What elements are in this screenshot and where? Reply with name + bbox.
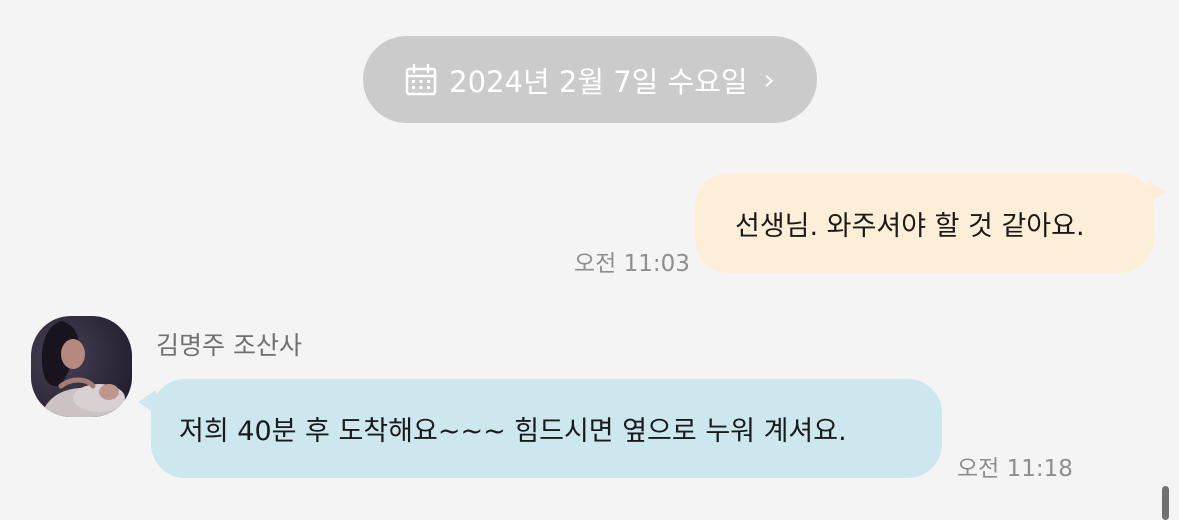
chevron-right-icon: › bbox=[763, 63, 775, 96]
incoming-message-time: 오전 11:18 bbox=[957, 456, 1073, 482]
outgoing-message-bubble[interactable]: 선생님. 와주셔야 할 것 같아요. bbox=[695, 173, 1154, 273]
scrollbar[interactable] bbox=[1162, 486, 1169, 520]
date-header-pill[interactable]: 2024년 2월 7일 수요일 › bbox=[363, 36, 817, 123]
avatar[interactable] bbox=[31, 316, 132, 417]
incoming-message-bubble[interactable]: 저희 40분 후 도착해요~~~ 힘드시면 옆으로 누워 계셔요. bbox=[151, 379, 942, 478]
sender-name: 김명주 조산사 bbox=[156, 331, 302, 360]
outgoing-message-text: 선생님. 와주셔야 할 것 같아요. bbox=[735, 210, 1085, 242]
outgoing-message-time: 오전 11:03 bbox=[574, 251, 690, 277]
calendar-icon bbox=[405, 63, 437, 96]
date-header-text: 2024년 2월 7일 수요일 bbox=[449, 64, 748, 99]
incoming-message-text: 저희 40분 후 도착해요~~~ 힘드시면 옆으로 누워 계셔요. bbox=[179, 416, 847, 447]
